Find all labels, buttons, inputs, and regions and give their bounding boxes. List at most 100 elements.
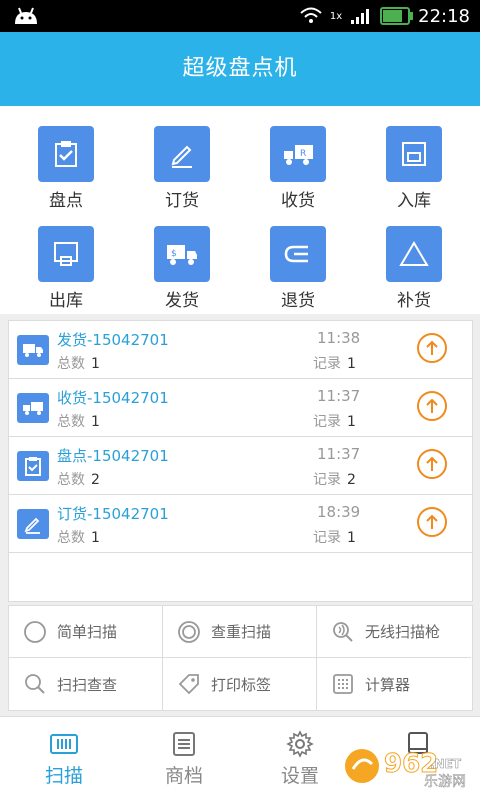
count-label: 记录 [313, 530, 341, 546]
truck-ship-icon [17, 335, 49, 365]
record-count: 记录 2 [313, 469, 356, 489]
app-title: 超级盘点机 [0, 32, 480, 106]
grid-item-stock-out[interactable]: 出库 [11, 206, 121, 311]
watermark-sub: 乐游网 [424, 774, 466, 790]
wireless-scan-icon [331, 620, 355, 644]
watermark-logo: 962 .NET 乐游网 [342, 742, 472, 792]
function-grid: 盘点 订货 R 收货 入库 出库 $ 发货 退货 补货 [0, 106, 480, 314]
list-item[interactable]: 收货-15042701 总数 1 11:37 记录 1 [9, 379, 472, 437]
count-value: 1 [347, 356, 356, 372]
record-total: 总数 2 [57, 469, 100, 489]
list-item[interactable]: 盘点-15042701 总数 2 11:37 记录 2 [9, 437, 472, 495]
grid-label: 退货 [281, 291, 315, 311]
pencil-note-icon [154, 126, 210, 182]
tool-scan-lookup[interactable]: 扫扫查查 [9, 658, 163, 710]
count-value: 2 [347, 472, 356, 488]
record-title: 发货-15042701 [57, 331, 169, 349]
tool-wireless-scanner[interactable]: 无线扫描枪 [317, 606, 471, 658]
record-time: 11:37 [317, 387, 361, 405]
pencil-note-icon [17, 509, 49, 539]
tab-products[interactable]: 商档 [124, 717, 244, 801]
tab-scan[interactable]: 扫描 [4, 717, 124, 801]
grid-item-stocktake[interactable]: 盘点 [11, 106, 121, 211]
watermark-suffix: .NET [430, 757, 462, 771]
record-total: 总数 1 [57, 527, 100, 547]
gear-icon [285, 730, 315, 758]
tool-label: 扫扫查查 [57, 675, 118, 694]
tool-label: 打印标签 [211, 675, 272, 694]
clock: 22:18 [418, 5, 470, 27]
record-time: 11:37 [317, 445, 361, 463]
triangle-icon [386, 226, 442, 282]
battery-icon [380, 7, 414, 25]
upload-icon[interactable] [417, 391, 447, 421]
record-title: 收货-15042701 [57, 389, 169, 407]
tool-calculator[interactable]: 计算器 [317, 658, 471, 710]
barcode-icon [49, 731, 79, 757]
tool-label: 简单扫描 [57, 623, 118, 641]
tool-label: 无线扫描枪 [365, 623, 441, 641]
record-total: 总数 1 [57, 411, 100, 431]
total-label: 总数 [57, 472, 85, 488]
wifi-icon [300, 7, 322, 23]
grid-item-return[interactable]: 退货 [243, 206, 353, 311]
record-title: 订货-15042701 [57, 505, 169, 523]
tab-label: 扫描 [44, 765, 83, 787]
grid-item-stock-in[interactable]: 入库 [359, 106, 469, 211]
record-time: 11:38 [317, 329, 361, 347]
calculator-icon [331, 672, 355, 696]
tool-label: 查重扫描 [211, 623, 272, 641]
record-count: 记录 1 [313, 411, 356, 431]
truck-ship-icon: $ [154, 226, 210, 282]
upload-icon[interactable] [417, 449, 447, 479]
total-value: 1 [91, 356, 100, 372]
signal-icon [351, 9, 370, 24]
document-list-icon [169, 731, 199, 757]
clipboard-check-icon [17, 451, 49, 481]
circle-icon [23, 620, 47, 644]
total-value: 1 [91, 414, 100, 430]
svg-text:$: $ [171, 249, 177, 259]
grid-item-order[interactable]: 订货 [127, 106, 237, 211]
search-icon [23, 672, 47, 696]
outbox-icon [38, 226, 94, 282]
total-label: 总数 [57, 356, 85, 372]
grid-label: 补货 [397, 291, 431, 311]
tab-label: 商档 [164, 765, 203, 787]
upload-icon[interactable] [417, 333, 447, 363]
total-value: 1 [91, 530, 100, 546]
count-value: 1 [347, 530, 356, 546]
upload-icon[interactable] [417, 507, 447, 537]
record-list: 发货-15042701 总数 1 11:38 记录 1 收货-15042701 总数… [8, 320, 473, 602]
tool-duplicate-scan[interactable]: 查重扫描 [163, 606, 317, 658]
inbox-icon [386, 126, 442, 182]
record-title: 盘点-15042701 [57, 447, 169, 465]
record-total: 总数 1 [57, 353, 100, 373]
tag-icon [177, 672, 201, 696]
truck-receive-icon: R [270, 126, 326, 182]
count-label: 记录 [313, 414, 341, 430]
svg-text:R: R [300, 149, 306, 159]
tool-label: 计算器 [365, 675, 411, 694]
grid-item-ship[interactable]: $ 发货 [127, 206, 237, 311]
list-item[interactable]: 订货-15042701 总数 1 18:39 记录 1 [9, 495, 472, 553]
count-label: 记录 [313, 356, 341, 372]
record-time: 18:39 [317, 503, 361, 521]
truck-receive-icon [17, 393, 49, 423]
tool-print-label[interactable]: 打印标签 [163, 658, 317, 710]
grid-item-replenish[interactable]: 补货 [359, 206, 469, 311]
network-label: 1x [329, 10, 343, 22]
total-label: 总数 [57, 414, 85, 430]
clipboard-check-icon [38, 126, 94, 182]
tool-simple-scan[interactable]: 简单扫描 [9, 606, 163, 658]
list-item[interactable]: 发货-15042701 总数 1 11:38 记录 1 [9, 321, 472, 379]
record-count: 记录 1 [313, 353, 356, 373]
android-icon [15, 7, 37, 24]
record-count: 记录 1 [313, 527, 356, 547]
tool-panel: 简单扫描 查重扫描 无线扫描枪 扫扫查查 打印标签 计算器 [8, 605, 473, 711]
total-value: 2 [91, 472, 100, 488]
double-circle-icon [177, 620, 201, 644]
status-bar: 1x 22:18 [0, 0, 480, 32]
return-arrow-icon [270, 226, 326, 282]
grid-item-receive[interactable]: R 收货 [243, 106, 353, 211]
